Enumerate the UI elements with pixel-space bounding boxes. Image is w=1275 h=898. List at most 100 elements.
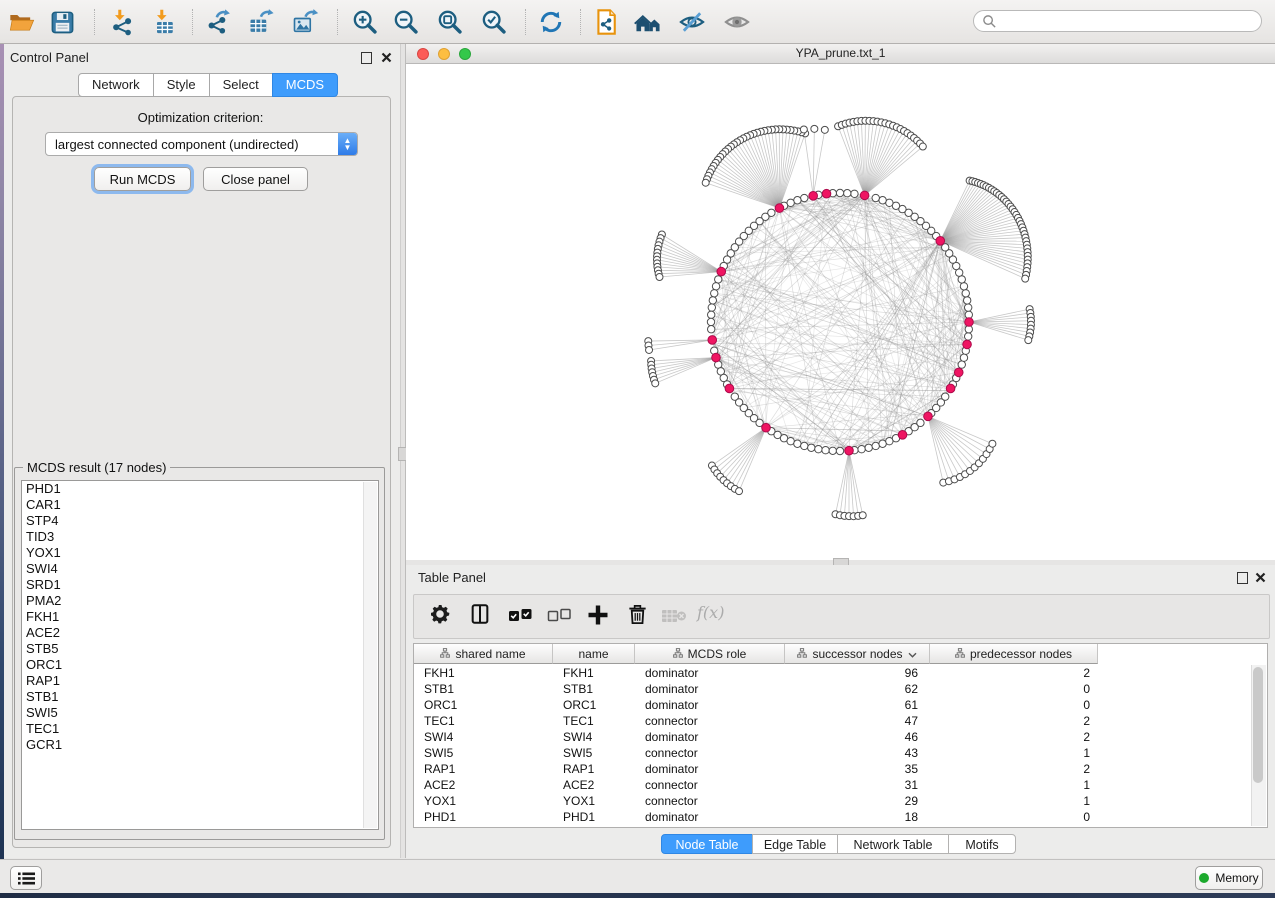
column-header-predecessor-nodes[interactable]: predecessor nodes — [930, 644, 1098, 664]
float-panel-icon[interactable] — [1237, 571, 1248, 589]
columns-icon[interactable] — [469, 603, 491, 625]
table-cell: dominator — [635, 729, 785, 745]
memory-status-dot — [1199, 873, 1209, 883]
table-scrollbar-thumb[interactable] — [1253, 667, 1263, 783]
column-header-name[interactable]: name — [553, 644, 635, 664]
sort-chevron-icon — [908, 647, 917, 661]
desktop-wallpaper-bottom — [0, 893, 1275, 898]
import-network-icon[interactable] — [105, 5, 139, 39]
table-cell: 2 — [930, 665, 1098, 681]
list-item[interactable]: PMA2 — [22, 593, 378, 609]
table-cell: 2 — [930, 729, 1098, 745]
houses-icon[interactable] — [631, 5, 665, 39]
tab-style[interactable]: Style — [153, 73, 210, 97]
tab-edge-table[interactable]: Edge Table — [752, 834, 838, 854]
table-row[interactable]: FKH1FKH1dominator962 — [414, 665, 1252, 681]
eye-icon[interactable] — [720, 5, 754, 39]
optimization-criterion-dropdown[interactable]: largest connected component (undirected)… — [45, 132, 358, 156]
list-item[interactable]: SRD1 — [22, 577, 378, 593]
list-icon — [18, 872, 35, 885]
panel-list-button[interactable] — [10, 866, 42, 890]
export-network-icon[interactable] — [201, 5, 235, 39]
table-panel-tabs: Node TableEdge TableNetwork TableMotifs — [661, 834, 1016, 854]
list-item[interactable]: STB5 — [22, 641, 378, 657]
list-item[interactable]: ORC1 — [22, 657, 378, 673]
list-item[interactable]: STP4 — [22, 513, 378, 529]
table-scrollbar-track[interactable] — [1251, 665, 1266, 826]
column-header-successor-nodes[interactable]: successor nodes — [785, 644, 930, 664]
zoom-selected-icon[interactable] — [477, 5, 511, 39]
search-icon — [982, 14, 997, 29]
network-graph-canvas[interactable] — [406, 64, 1275, 560]
table-cell: ACE2 — [414, 777, 553, 793]
list-item[interactable]: GCR1 — [22, 737, 378, 753]
add-icon[interactable] — [586, 603, 610, 627]
table-cell: 2 — [930, 713, 1098, 729]
save-icon[interactable] — [45, 5, 79, 39]
list-item[interactable]: TEC1 — [22, 721, 378, 737]
open-folder-icon[interactable] — [5, 5, 39, 39]
toolbar-separator — [94, 9, 95, 35]
refresh-layout-icon[interactable] — [534, 5, 568, 39]
search-input[interactable] — [973, 10, 1262, 32]
zoom-in-icon[interactable] — [348, 5, 382, 39]
tab-select[interactable]: Select — [209, 73, 273, 97]
table-row[interactable]: RAP1RAP1dominator352 — [414, 761, 1252, 777]
table-cell: 46 — [785, 729, 930, 745]
list-item[interactable]: CAR1 — [22, 497, 378, 513]
list-item[interactable]: YOX1 — [22, 545, 378, 561]
list-item[interactable]: PHD1 — [22, 481, 378, 497]
table-row[interactable]: YOX1YOX1connector291 — [414, 793, 1252, 809]
table-cell: 35 — [785, 761, 930, 777]
table-row[interactable]: ACE2ACE2connector311 — [414, 777, 1252, 793]
eye-slash-icon[interactable] — [675, 5, 709, 39]
list-item[interactable]: STB1 — [22, 689, 378, 705]
run-mcds-button[interactable]: Run MCDS — [94, 167, 191, 191]
network-file-icon[interactable] — [589, 5, 623, 39]
memory-button[interactable]: Memory — [1195, 866, 1263, 890]
table-panel: Table Panel — [406, 565, 1275, 858]
table-row[interactable]: ORC1ORC1dominator610 — [414, 697, 1252, 713]
zoom-fit-icon[interactable] — [433, 5, 467, 39]
column-header-label: MCDS role — [688, 647, 747, 661]
list-scrollbar-track[interactable] — [363, 482, 377, 828]
tab-network[interactable]: Network — [78, 73, 154, 97]
network-view-window: YPA_prune.txt_1 — [406, 44, 1275, 560]
import-table-icon[interactable] — [147, 5, 181, 39]
close-panel-icon[interactable] — [381, 50, 392, 68]
table-cell: 96 — [785, 665, 930, 681]
export-table-icon[interactable] — [244, 5, 278, 39]
column-header-shared-name[interactable]: shared name — [414, 644, 553, 664]
table-cell: YOX1 — [553, 793, 635, 809]
column-header-label: name — [578, 647, 608, 661]
list-item[interactable]: SWI5 — [22, 705, 378, 721]
list-item[interactable]: SWI4 — [22, 561, 378, 577]
network-window-titlebar[interactable]: YPA_prune.txt_1 — [406, 44, 1275, 64]
table-row[interactable]: SWI4SWI4dominator462 — [414, 729, 1252, 745]
list-item[interactable]: TID3 — [22, 529, 378, 545]
tab-motifs[interactable]: Motifs — [948, 834, 1016, 854]
close-panel-button[interactable]: Close panel — [203, 167, 308, 191]
control-panel: Control Panel NetworkStyleSelectMCDS Opt… — [4, 44, 400, 858]
tab-mcds[interactable]: MCDS — [272, 73, 338, 97]
tab-network-table[interactable]: Network Table — [837, 834, 949, 854]
toolbar-separator — [192, 9, 193, 35]
list-item[interactable]: RAP1 — [22, 673, 378, 689]
column-header-MCDS-role[interactable]: MCDS role — [635, 644, 785, 664]
zoom-out-icon[interactable] — [389, 5, 423, 39]
gear-icon[interactable] — [428, 602, 452, 626]
table-row[interactable]: STB1STB1dominator620 — [414, 681, 1252, 697]
list-item[interactable]: FKH1 — [22, 609, 378, 625]
close-panel-icon[interactable] — [1255, 570, 1266, 588]
trash-icon[interactable] — [626, 603, 649, 626]
deselect-all-icon[interactable] — [547, 607, 573, 623]
float-panel-icon[interactable] — [361, 51, 372, 69]
table-row[interactable]: TEC1TEC1connector472 — [414, 713, 1252, 729]
list-item[interactable]: ACE2 — [22, 625, 378, 641]
select-all-icon[interactable] — [508, 607, 534, 623]
tab-node-table[interactable]: Node Table — [661, 834, 753, 854]
mcds-result-list[interactable]: PHD1CAR1STP4TID3YOX1SWI4SRD1PMA2FKH1ACE2… — [21, 480, 379, 830]
table-row[interactable]: SWI5SWI5connector431 — [414, 745, 1252, 761]
table-row[interactable]: PHD1PHD1dominator180 — [414, 809, 1252, 825]
export-image-icon[interactable] — [288, 5, 322, 39]
